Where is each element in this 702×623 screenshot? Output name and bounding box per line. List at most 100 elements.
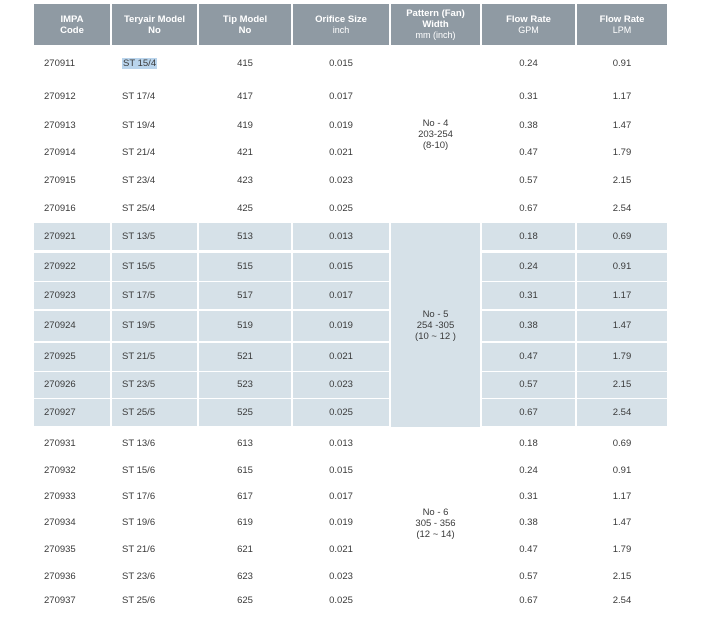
cell-orifice: 0.023 — [293, 166, 389, 194]
cell-value: 419 — [237, 119, 253, 131]
cell-value: 617 — [237, 490, 253, 502]
cell-orifice: 0.013 — [293, 223, 389, 250]
cell-impa: 270914 — [34, 138, 110, 166]
cell-value: 2.15 — [612, 174, 632, 186]
cell-tip: 415 — [199, 49, 291, 77]
table-row: 270924 ST 19/5 519 0.019 0.38 1.47 — [34, 310, 667, 342]
cell-impa: 270935 — [34, 536, 110, 562]
cell-lpm: 1.47 — [577, 111, 667, 139]
pattern-line: 254 -305 — [416, 319, 455, 331]
cell-value: 0.69 — [612, 437, 632, 449]
cell-value: 270924 — [44, 320, 76, 331]
cell-value: 0.91 — [612, 261, 632, 272]
cell-model: ST 23/6 — [112, 563, 197, 589]
cell-value: 0.69 — [612, 231, 632, 242]
header-flow-gpm: Flow Rate GPM — [482, 4, 575, 45]
cell-tip: 517 — [199, 282, 291, 309]
cell-tip: 617 — [199, 483, 291, 509]
pattern-line: (8-10) — [422, 139, 449, 151]
cell-value: 0.24 — [519, 261, 538, 272]
cell-gpm: 0.24 — [482, 252, 575, 281]
cell-value: 0.31 — [519, 90, 538, 102]
header-sub: LPM — [612, 24, 632, 35]
cell-value: ST 17/5 — [122, 290, 156, 301]
cell-gpm: 0.31 — [482, 82, 575, 110]
cell-impa: 270913 — [34, 111, 110, 139]
cell-value: ST 19/4 — [122, 119, 156, 131]
cell-value: 270923 — [44, 290, 76, 301]
cell-tip: 519 — [199, 310, 291, 341]
cell-lpm: 2.15 — [577, 563, 667, 589]
cell-lpm: 0.69 — [577, 430, 667, 456]
cell-lpm: 2.15 — [577, 371, 667, 398]
cell-value: 0.021 — [329, 146, 353, 158]
table-row: 270913 ST 19/4 419 0.019 0.38 1.47 — [34, 111, 667, 139]
cell-model: ST 21/4 — [112, 138, 197, 166]
cell-value: 0.67 — [519, 594, 538, 606]
cell-value: 625 — [237, 594, 253, 606]
header-sub: mm (inch) — [415, 30, 456, 40]
cell-tip: 515 — [199, 252, 291, 281]
cell-gpm: 0.67 — [482, 588, 575, 612]
cell-value: 0.023 — [329, 379, 353, 390]
cell-value: 0.18 — [519, 437, 538, 449]
table-row: 270936 ST 23/6 623 0.023 0.57 2.15 — [34, 563, 667, 589]
cell-value: 270932 — [44, 464, 76, 476]
cell-tip: 613 — [199, 430, 291, 456]
header-main: Orifice Size — [315, 13, 367, 25]
cell-value: 270915 — [44, 174, 76, 186]
cell-orifice: 0.021 — [293, 342, 389, 371]
cell-orifice: 0.015 — [293, 457, 389, 483]
cell-model: ST 21/5 — [112, 342, 197, 371]
header-flow-lpm: Flow Rate LPM — [577, 4, 667, 45]
cell-value: 0.57 — [519, 570, 538, 582]
cell-value: 0.24 — [519, 57, 538, 69]
cell-lpm: 1.79 — [577, 342, 667, 371]
cell-orifice: 0.021 — [293, 536, 389, 562]
table-header: IMPA Code Teryair Model No Tip Model No … — [34, 4, 667, 45]
cell-impa: 270922 — [34, 252, 110, 281]
cell-gpm: 0.38 — [482, 111, 575, 139]
cell-gpm: 0.18 — [482, 430, 575, 456]
cell-value: ST 17/6 — [122, 490, 156, 502]
cell-value: 0.57 — [519, 379, 538, 390]
cell-value: 0.015 — [329, 464, 353, 476]
pattern-line: No - 5 — [422, 308, 449, 320]
cell-value: 270935 — [44, 543, 76, 555]
cell-value: 0.025 — [329, 202, 353, 214]
cell-value: 0.38 — [519, 320, 538, 331]
spray-tip-table: IMPA Code Teryair Model No Tip Model No … — [34, 4, 667, 606]
cell-tip: 623 — [199, 563, 291, 589]
cell-value: 0.013 — [329, 231, 353, 242]
table-row: 270923 ST 17/5 517 0.017 0.31 1.17 — [34, 282, 667, 310]
pattern-line: (10 ~ 12 ) — [415, 330, 456, 342]
header-pattern-width: Pattern (Fan) Width mm (inch) — [391, 4, 480, 45]
cell-tip: 425 — [199, 194, 291, 222]
cell-value: 0.017 — [329, 290, 353, 301]
cell-model: ST 19/4 — [112, 111, 197, 139]
cell-value: 270911 — [44, 57, 75, 69]
cell-value: 1.47 — [612, 119, 632, 131]
cell-value: 270936 — [44, 570, 76, 582]
cell-value: 1.17 — [612, 90, 632, 102]
cell-value: 270927 — [44, 407, 76, 418]
cell-gpm: 0.67 — [482, 194, 575, 222]
cell-tip: 619 — [199, 509, 291, 535]
cell-model: ST 17/5 — [112, 282, 197, 309]
cell-model: ST 25/5 — [112, 399, 197, 426]
cell-value: 1.79 — [612, 351, 632, 362]
cell-value: ST 25/6 — [122, 594, 156, 606]
cell-value: 0.31 — [519, 490, 538, 502]
cell-orifice: 0.023 — [293, 371, 389, 398]
cell-impa: 270912 — [34, 82, 110, 110]
header-main: IMPA — [60, 13, 84, 25]
cell-value: 0.021 — [329, 543, 353, 555]
cell-orifice: 0.017 — [293, 483, 389, 509]
cell-lpm: 2.54 — [577, 194, 667, 222]
cell-value: 0.023 — [329, 174, 353, 186]
cell-tip: 625 — [199, 588, 291, 612]
cell-gpm: 0.18 — [482, 223, 575, 250]
cell-lpm: 0.91 — [577, 457, 667, 483]
cell-value: 519 — [237, 320, 253, 331]
cell-value: 270914 — [44, 146, 76, 158]
